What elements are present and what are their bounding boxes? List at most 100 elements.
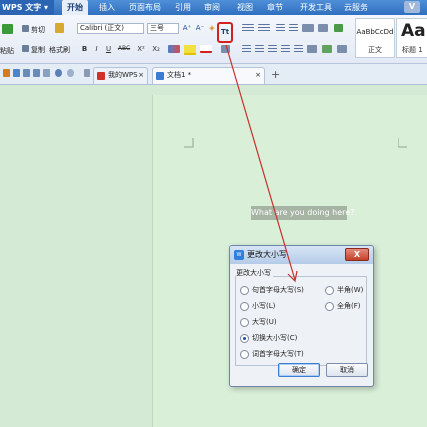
style-normal[interactable]: AaBbCcDd 正文 [355,18,395,58]
margin-corner-top-left [184,138,194,148]
dialog-close-button[interactable]: X [345,248,369,261]
radio-full-width[interactable]: 全角(F) [325,301,361,311]
cut-button[interactable]: 剪切 [31,25,45,35]
wps-writer-icon: W [234,250,244,260]
char-border-icon[interactable] [221,45,230,53]
text-effect-icon[interactable] [168,45,180,53]
tab-view[interactable]: 视图 [233,0,257,15]
align-right-icon[interactable] [268,45,277,53]
quick-access-dropdown-icon[interactable] [84,69,90,77]
export-pdf-icon[interactable] [43,69,50,77]
italic-button[interactable]: I [92,44,101,54]
radio-lowercase[interactable]: 小写(L) [240,301,275,311]
radio-dot [240,318,249,327]
cancel-button[interactable]: 取消 [326,363,368,377]
bold-button[interactable]: B [80,44,89,54]
document-icon [156,72,164,80]
radio-half-width[interactable]: 半角(W) [325,285,363,295]
distributed-icon[interactable] [294,45,303,53]
app-menu-button[interactable]: WPS 文字 ▾ [0,0,54,15]
style-heading-1-name: 标题 1 [402,46,423,54]
borders-icon[interactable] [337,45,347,53]
chinese-layout-icon[interactable] [302,24,314,32]
decrease-indent-icon[interactable] [276,24,285,32]
collapse-ribbon-button[interactable]: V [404,1,420,13]
subscript-button[interactable]: X₂ [150,44,162,54]
selected-text[interactable]: What are you doing here? [251,206,354,220]
style-normal-sample: AaBbCcDd [356,28,394,36]
shading-icon[interactable] [322,45,332,53]
numbered-list-icon[interactable] [258,24,270,32]
paste-label[interactable]: 粘贴 [0,46,14,56]
tab-document-1[interactable]: 文档1 * × [152,67,265,84]
line-spacing-icon[interactable] [307,45,317,53]
grow-font-button[interactable]: A⁺ [181,23,193,33]
tab-home[interactable]: 开始 [62,0,88,15]
radio-dot [240,350,249,359]
radio-dot [240,302,249,311]
format-painter-icon[interactable] [55,23,64,33]
print-preview-icon[interactable] [33,69,40,77]
radio-uppercase[interactable]: 大写(U) [240,317,277,327]
radio-sentence-case[interactable]: 句首字母大写(S) [240,285,304,295]
tab-page-layout[interactable]: 页面布局 [125,0,165,15]
style-heading-1-sample: AaB [401,21,427,41]
superscript-button[interactable]: X² [135,44,147,54]
font-color-icon[interactable] [200,45,212,53]
dialog-title-bar[interactable]: W 更改大小写 X [230,246,373,264]
change-case-dialog: W 更改大小写 X 更改大小写 句首字母大写(S) 小写(L) 大写(U) 切换… [229,245,374,387]
font-name-select[interactable]: Calibri (正文) [77,23,144,34]
radio-dot [325,286,334,295]
radio-toggle-case[interactable]: 切换大小写(C) [240,333,297,343]
radio-uppercase-label: 大写(U) [252,318,277,326]
sort-icon[interactable] [318,24,328,32]
bullet-list-icon[interactable] [242,24,254,32]
justify-icon[interactable] [281,45,290,53]
tab-my-wps[interactable]: 我的WPS × [93,67,148,84]
tab-sections[interactable]: 章节 [263,0,287,15]
style-heading-1[interactable]: AaB 标题 1 [396,18,427,58]
tab-developer[interactable]: 开发工具 [296,0,336,15]
radio-title-case[interactable]: 词首字母大写(T) [240,349,304,359]
align-center-icon[interactable] [255,45,264,53]
new-tab-button[interactable]: + [271,68,280,81]
shrink-font-button[interactable]: A⁻ [194,23,206,33]
chevron-down-icon: ▾ [44,3,49,12]
dialog-title: 更改大小写 [247,250,287,259]
tab-insert[interactable]: 插入 [95,0,119,15]
group-label: 更改大小写 [236,268,273,278]
radio-lowercase-label: 小写(L) [252,302,276,310]
margin-corner-top-right [398,138,407,148]
highlight-color-icon[interactable] [184,45,196,55]
save-icon[interactable] [13,69,20,77]
print-icon[interactable] [23,69,30,77]
close-icon[interactable]: × [255,68,261,83]
copy-button[interactable]: 复制 [31,45,45,55]
clear-format-icon[interactable]: ◈ [207,23,217,33]
menu-bar: WPS 文字 ▾ 开始 插入 页面布局 引用 审阅 视图 章节 开发工具 云服务… [0,0,427,15]
show-marks-icon[interactable] [334,24,343,32]
radio-dot [240,286,249,295]
scissors-icon [22,25,29,32]
copy-icon [22,45,29,52]
undo-icon[interactable] [55,69,62,77]
ok-button[interactable]: 确定 [278,363,320,377]
close-icon[interactable]: × [138,68,144,83]
increase-indent-icon[interactable] [289,24,298,32]
wps-icon[interactable] [3,69,10,77]
strikethrough-button[interactable]: ABC [116,44,132,54]
radio-dot-selected [240,334,249,343]
font-size-select[interactable]: 三号 [147,23,179,34]
paste-icon[interactable] [2,24,13,34]
tab-review[interactable]: 审阅 [200,0,224,15]
redo-icon[interactable] [67,69,74,77]
radio-half-width-label: 半角(W) [337,286,364,294]
align-left-icon[interactable] [242,45,251,53]
tab-cloud[interactable]: 云服务 [340,0,372,15]
radio-sentence-case-label: 句首字母大写(S) [252,286,304,294]
tab-references[interactable]: 引用 [171,0,195,15]
underline-button[interactable]: U [104,44,113,54]
format-painter-button[interactable]: 格式刷 [49,45,70,55]
radio-toggle-case-label: 切换大小写(C) [252,334,298,342]
radio-dot [325,302,334,311]
